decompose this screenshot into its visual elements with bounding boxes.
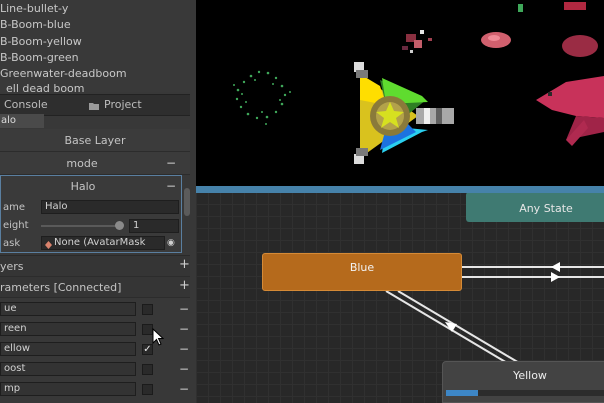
object-picker-icon[interactable]: ◉ (167, 237, 175, 249)
transition-arrow-icon (551, 262, 560, 272)
layer-name: Base Layer (64, 134, 126, 147)
name-label: ame (3, 202, 26, 213)
scrollbar-thumb[interactable] (184, 188, 190, 216)
layer-base[interactable]: Base Layer (0, 129, 190, 152)
parameter-checkbox[interactable] (142, 384, 153, 395)
remove-parameter-button[interactable]: − (179, 303, 189, 315)
weight-slider-track[interactable] (41, 225, 123, 227)
parameter-name[interactable]: ue (0, 302, 136, 316)
debris-effect (402, 30, 432, 53)
hierarchy-list: Line-bullet-y B-Boom-blue B-Boom-yellow … (0, 0, 190, 92)
parameter-checkbox[interactable] (142, 364, 153, 375)
layer-halo-panel: Halo − ame Halo eight 1 ask None (Avatar… (0, 175, 182, 253)
parameters-list: ue − reen − ellow ✓ − oost − mp − (0, 300, 190, 403)
add-layer-button[interactable]: + (179, 258, 190, 271)
yellow-state-label: Yellow (513, 369, 547, 382)
weight-label: eight (3, 220, 29, 231)
weight-field[interactable]: 1 (129, 219, 179, 233)
remove-parameter-button[interactable]: − (179, 343, 189, 355)
green-ring-effect (233, 70, 291, 125)
parameters-header: rameters [Connected] + (0, 277, 190, 298)
hierarchy-item[interactable]: B-Boom-blue (0, 17, 71, 33)
player-ship (354, 62, 454, 164)
add-parameter-button[interactable]: + (179, 279, 190, 292)
animator-graph[interactable]: Any State Blue Yellow (196, 0, 604, 403)
parameter-name[interactable]: oost (0, 362, 136, 376)
layer-mode[interactable]: mode − (0, 152, 190, 175)
any-state-node[interactable]: Any State (466, 192, 604, 222)
name-field[interactable]: Halo (41, 200, 179, 214)
remove-layer-button[interactable]: − (166, 180, 176, 192)
blue-state-node[interactable]: Blue (262, 253, 462, 291)
layers-header-label: yers (0, 260, 24, 273)
game-view[interactable] (196, 0, 604, 186)
yellow-state-node[interactable]: Yellow (442, 361, 604, 403)
blue-state-label: Blue (349, 261, 375, 274)
parameters-header-label: rameters [Connected] (0, 281, 122, 294)
layer-name: mode (66, 157, 98, 170)
breadcrumb-label: alo (1, 115, 17, 126)
remove-parameter-button[interactable]: − (179, 383, 189, 395)
parameter-name[interactable]: reen (0, 322, 136, 336)
state-progress-fill (446, 390, 478, 396)
hierarchy-item[interactable]: B-Boom-yellow (0, 34, 82, 50)
checkmark-icon: ✓ (143, 344, 152, 355)
tab-bar: Console Project (0, 94, 190, 116)
mask-field[interactable]: None (AvatarMask (41, 236, 165, 250)
red-creature (536, 76, 604, 146)
red-blob (562, 35, 598, 57)
layers-header: yers + (0, 255, 190, 277)
transition-arrow-icon (551, 272, 560, 282)
tab-console[interactable]: Console (4, 95, 48, 115)
remove-parameter-button[interactable]: − (179, 363, 189, 375)
parameter-name[interactable]: ellow (0, 342, 136, 356)
state-progress-track (446, 390, 604, 396)
hierarchy-item[interactable]: Line-bullet-y (0, 1, 68, 17)
mouse-cursor-icon (152, 327, 165, 346)
avatar-mask-icon (45, 239, 52, 249)
weight-slider-handle[interactable] (115, 221, 124, 230)
parameter-checkbox[interactable] (142, 304, 153, 315)
breadcrumb[interactable]: alo (0, 114, 44, 128)
game-scene (233, 2, 604, 164)
hierarchy-item[interactable]: ell dead boom (6, 81, 85, 92)
left-panel: Line-bullet-y B-Boom-blue B-Boom-yellow … (0, 0, 196, 403)
folder-icon (89, 100, 99, 110)
remove-layer-button[interactable]: − (166, 157, 176, 169)
remove-parameter-button[interactable]: − (179, 323, 189, 335)
parameter-name[interactable]: mp (0, 382, 136, 396)
layer-name: Halo (70, 180, 96, 193)
any-state-label: Any State (519, 202, 573, 215)
hierarchy-item[interactable]: Greenwater-deadboom (0, 66, 127, 82)
mask-label: ask (3, 238, 21, 249)
tab-project[interactable]: Project (104, 95, 142, 115)
hierarchy-item[interactable]: B-Boom-green (0, 50, 79, 66)
